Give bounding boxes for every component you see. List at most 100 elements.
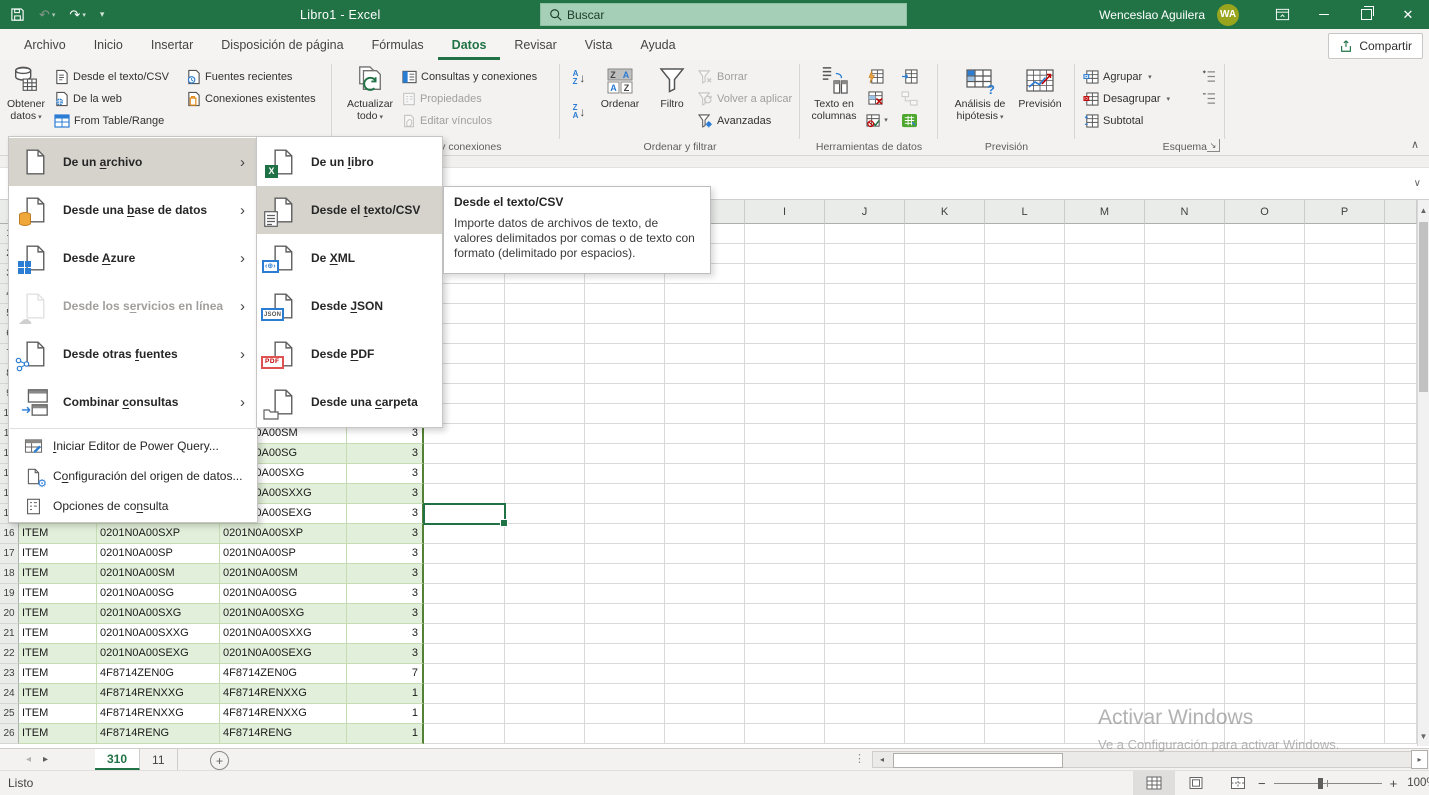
cell[interactable] [1305,584,1385,604]
sort-ascending-button[interactable]: AZ↓ [568,68,590,88]
cell[interactable] [1305,444,1385,464]
cell[interactable] [1065,364,1145,384]
cell[interactable] [745,244,825,264]
cell[interactable]: 3 [347,584,424,604]
cell[interactable] [1225,664,1305,684]
cell[interactable] [1305,484,1385,504]
cell[interactable] [905,364,985,384]
cell[interactable]: 1 [347,724,424,744]
cell[interactable] [505,304,585,324]
row-header-21[interactable]: 21 [0,624,19,644]
cell[interactable] [1145,564,1225,584]
cell[interactable] [585,344,665,364]
cell[interactable]: 0201N0A00SXP [97,524,220,544]
cell[interactable] [905,644,985,664]
column-header-N[interactable]: N [1145,200,1225,224]
cell[interactable]: 0201N0A00SEXG [97,644,220,664]
cell[interactable]: 0201N0A00SG [97,584,220,604]
cell[interactable] [1225,464,1305,484]
cell[interactable] [1065,564,1145,584]
cell[interactable]: 0201N0A00SXG [220,604,347,624]
cell[interactable] [505,584,585,604]
cell[interactable] [1065,384,1145,404]
cell[interactable] [665,324,745,344]
cell[interactable] [985,464,1065,484]
cell[interactable] [1385,364,1417,384]
cell[interactable] [745,684,825,704]
cell[interactable] [905,444,985,464]
cell[interactable]: 1 [347,704,424,724]
cell[interactable]: 0201N0A00SEXG [220,644,347,664]
cell[interactable] [585,564,665,584]
cell[interactable] [424,684,505,704]
cell[interactable] [505,504,585,524]
cell[interactable] [1385,224,1417,244]
menu-item-iniciar-editor-power-query[interactable]: Iniciar Editor de Power Query... [9,431,257,461]
cell[interactable] [1145,724,1225,744]
cell[interactable] [665,364,745,384]
cell[interactable] [505,544,585,564]
cell[interactable] [1385,244,1417,264]
cell[interactable] [665,704,745,724]
cell[interactable] [1145,324,1225,344]
cell[interactable] [825,244,905,264]
ungroup-button[interactable]: Desagrupar▾ [1083,88,1170,109]
cell[interactable] [745,544,825,564]
cell[interactable]: 4F8714RENG [220,724,347,744]
column-header-J[interactable]: J [825,200,905,224]
vertical-scrollbar-thumb[interactable] [1419,222,1428,392]
cell[interactable] [745,404,825,424]
cell[interactable] [665,444,745,464]
cell[interactable] [825,404,905,424]
cell[interactable] [1145,664,1225,684]
cell[interactable] [905,624,985,644]
cell[interactable] [985,424,1065,444]
cell[interactable] [825,604,905,624]
cell[interactable] [745,224,825,244]
cell[interactable] [985,704,1065,724]
cell[interactable] [985,444,1065,464]
menu-item-opciones-de-consulta[interactable]: Opciones de consulta [9,491,257,521]
fill-handle[interactable] [500,519,508,527]
cell[interactable] [1385,684,1417,704]
row-header-17[interactable]: 17 [0,544,19,564]
cell[interactable] [985,504,1065,524]
cell[interactable]: ITEM [19,664,97,684]
save-button[interactable] [10,7,25,22]
row-header-24[interactable]: 24 [0,684,19,704]
cell[interactable]: 4F8714RENG [97,724,220,744]
cell[interactable] [1065,544,1145,564]
menu-item-desde-json[interactable]: JSONDesde JSON [257,282,442,330]
recent-sources-button[interactable]: Fuentes recientes [186,66,292,87]
cell[interactable] [1305,684,1385,704]
cell[interactable] [1225,584,1305,604]
cell[interactable] [905,724,985,744]
tab-datos[interactable]: Datos [438,29,501,60]
cell[interactable]: 0201N0A00SP [97,544,220,564]
tab-vista[interactable]: Vista [571,29,627,60]
cell[interactable] [505,384,585,404]
cell[interactable] [1385,484,1417,504]
cell[interactable] [1225,244,1305,264]
menu-item-desde-el-texto-csv[interactable]: Desde el texto/CSV [257,186,442,234]
cell[interactable] [1225,324,1305,344]
cell[interactable] [745,364,825,384]
menu-item-de-un-archivo[interactable]: De un archivo› [9,138,257,186]
cell[interactable] [825,724,905,744]
cell[interactable] [585,704,665,724]
cell[interactable]: 3 [347,504,424,524]
cell[interactable] [1385,324,1417,344]
cell[interactable] [1065,344,1145,364]
cell[interactable] [505,284,585,304]
redo-button[interactable]: ↷▾ [69,7,85,23]
minimize-button[interactable] [1303,0,1345,29]
scroll-left-icon[interactable]: ◂ [874,753,890,766]
cell[interactable] [1385,464,1417,484]
cell[interactable] [745,284,825,304]
cell[interactable] [1305,304,1385,324]
cell[interactable] [1145,464,1225,484]
cell[interactable] [1145,604,1225,624]
cell[interactable] [585,524,665,544]
cell[interactable] [985,524,1065,544]
cell[interactable] [1225,504,1305,524]
